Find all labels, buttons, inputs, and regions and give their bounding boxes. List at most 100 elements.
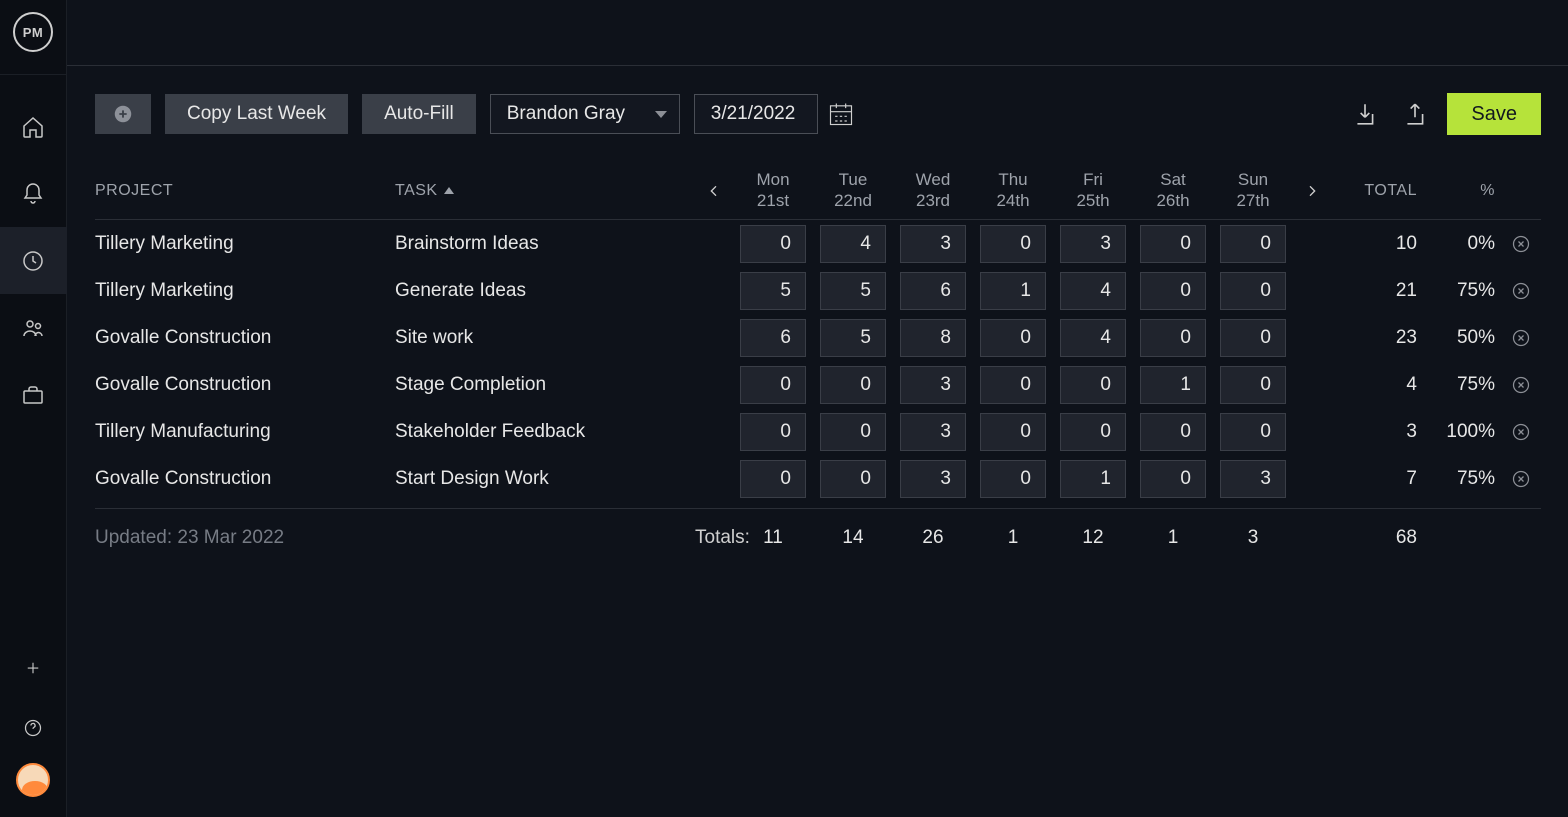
sidebar: PM xyxy=(0,0,67,817)
hours-input[interactable]: 4 xyxy=(820,225,886,263)
hours-input[interactable]: 0 xyxy=(740,366,806,404)
table-header: PROJECT TASK Mon21st Tue22nd Wed23rd Thu… xyxy=(95,162,1541,220)
total-day-6: 3 xyxy=(1213,527,1293,549)
hours-input[interactable]: 0 xyxy=(740,460,806,498)
hours-input[interactable]: 5 xyxy=(820,319,886,357)
hours-input[interactable]: 1 xyxy=(1140,366,1206,404)
hours-input[interactable]: 3 xyxy=(1060,225,1126,263)
hours-input[interactable]: 3 xyxy=(900,460,966,498)
next-week-button[interactable] xyxy=(1293,162,1331,219)
hours-input[interactable]: 1 xyxy=(980,272,1046,310)
hours-input[interactable]: 6 xyxy=(740,319,806,357)
plus-circle-icon xyxy=(112,103,134,125)
col-task[interactable]: TASK xyxy=(395,182,695,200)
hours-input[interactable]: 0 xyxy=(1220,413,1286,451)
hours-input[interactable]: 0 xyxy=(1220,272,1286,310)
sidebar-item-team[interactable] xyxy=(0,294,67,361)
delete-row-button[interactable] xyxy=(1501,469,1541,489)
hours-input[interactable]: 0 xyxy=(980,225,1046,263)
close-circle-icon xyxy=(1511,328,1531,348)
hours-input[interactable]: 0 xyxy=(1220,366,1286,404)
sidebar-item-help[interactable] xyxy=(0,703,67,753)
chevron-left-icon xyxy=(706,183,722,199)
user-select-value: Brandon Gray xyxy=(507,103,625,125)
hours-input[interactable]: 5 xyxy=(740,272,806,310)
table-row: Tillery ManufacturingStakeholder Feedbac… xyxy=(95,408,1541,455)
sidebar-item-home[interactable] xyxy=(0,93,67,160)
export-button[interactable] xyxy=(1397,96,1433,132)
hours-input[interactable]: 6 xyxy=(900,272,966,310)
hours-input[interactable]: 3 xyxy=(900,225,966,263)
hours-input[interactable]: 0 xyxy=(820,366,886,404)
hours-input[interactable]: 0 xyxy=(1140,319,1206,357)
date-field[interactable]: 3/21/2022 xyxy=(694,94,818,134)
col-day-3: Thu24th xyxy=(973,170,1053,211)
row-percent: 50% xyxy=(1421,327,1501,349)
upload-icon xyxy=(1402,101,1428,127)
briefcase-icon xyxy=(21,383,45,407)
avatar[interactable] xyxy=(16,763,50,797)
hours-input[interactable]: 0 xyxy=(980,413,1046,451)
autofill-button[interactable]: Auto-Fill xyxy=(362,94,476,134)
row-percent: 75% xyxy=(1421,280,1501,302)
cell-project: Govalle Construction xyxy=(95,374,395,396)
hours-input[interactable]: 0 xyxy=(740,413,806,451)
hours-input[interactable]: 1 xyxy=(1060,460,1126,498)
home-icon xyxy=(21,115,45,139)
delete-row-button[interactable] xyxy=(1501,328,1541,348)
cell-project: Govalle Construction xyxy=(95,327,395,349)
col-project[interactable]: PROJECT xyxy=(95,182,395,200)
cell-project: Tillery Manufacturing xyxy=(95,421,395,443)
close-circle-icon xyxy=(1511,234,1531,254)
add-row-button[interactable] xyxy=(95,94,151,134)
col-day-4: Fri25th xyxy=(1053,170,1133,211)
save-button[interactable]: Save xyxy=(1447,93,1541,135)
hours-input[interactable]: 0 xyxy=(980,319,1046,357)
prev-week-button[interactable] xyxy=(695,162,733,219)
hours-input[interactable]: 0 xyxy=(820,460,886,498)
date-value: 3/21/2022 xyxy=(711,103,796,125)
delete-row-button[interactable] xyxy=(1501,234,1541,254)
hours-input[interactable]: 0 xyxy=(980,366,1046,404)
hours-input[interactable]: 8 xyxy=(900,319,966,357)
app-logo: PM xyxy=(13,12,53,52)
col-day-2: Wed23rd xyxy=(893,170,973,211)
user-select[interactable]: Brandon Gray xyxy=(490,94,680,134)
bell-icon xyxy=(21,182,45,206)
hours-input[interactable]: 0 xyxy=(1060,366,1126,404)
timesheet-table: PROJECT TASK Mon21st Tue22nd Wed23rd Thu… xyxy=(67,162,1568,566)
table-row: Govalle ConstructionSite work65804002350… xyxy=(95,314,1541,361)
hours-input[interactable]: 0 xyxy=(980,460,1046,498)
hours-input[interactable]: 0 xyxy=(1140,413,1206,451)
cell-task: Site work xyxy=(395,327,695,349)
sidebar-item-briefcase[interactable] xyxy=(0,361,67,428)
copy-last-week-button[interactable]: Copy Last Week xyxy=(165,94,348,134)
delete-row-button[interactable] xyxy=(1501,422,1541,442)
hours-input[interactable]: 0 xyxy=(1220,319,1286,357)
hours-input[interactable]: 0 xyxy=(1140,272,1206,310)
hours-input[interactable]: 4 xyxy=(1060,272,1126,310)
row-percent: 100% xyxy=(1421,421,1501,443)
hours-input[interactable]: 0 xyxy=(1140,225,1206,263)
delete-row-button[interactable] xyxy=(1501,375,1541,395)
sidebar-item-notifications[interactable] xyxy=(0,160,67,227)
calendar-button[interactable] xyxy=(824,94,858,134)
hours-input[interactable]: 3 xyxy=(900,366,966,404)
hours-input[interactable]: 0 xyxy=(1140,460,1206,498)
sidebar-item-time[interactable] xyxy=(0,227,67,294)
hours-input[interactable]: 5 xyxy=(820,272,886,310)
hours-input[interactable]: 3 xyxy=(1220,460,1286,498)
hours-input[interactable]: 3 xyxy=(900,413,966,451)
total-day-1: 14 xyxy=(813,527,893,549)
hours-input[interactable]: 0 xyxy=(1220,225,1286,263)
hours-input[interactable]: 0 xyxy=(820,413,886,451)
hours-input[interactable]: 0 xyxy=(740,225,806,263)
hours-input[interactable]: 0 xyxy=(1060,413,1126,451)
totals-label: Totals: xyxy=(695,527,733,549)
import-button[interactable] xyxy=(1347,96,1383,132)
close-circle-icon xyxy=(1511,375,1531,395)
sidebar-item-add[interactable] xyxy=(0,643,67,693)
delete-row-button[interactable] xyxy=(1501,281,1541,301)
row-total: 4 xyxy=(1331,374,1421,396)
hours-input[interactable]: 4 xyxy=(1060,319,1126,357)
